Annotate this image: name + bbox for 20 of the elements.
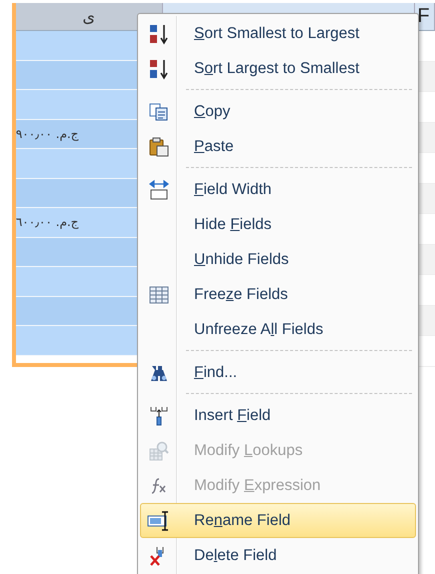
menu-item[interactable]: Unhide Fields	[140, 242, 416, 277]
function-icon	[150, 476, 168, 494]
menu-item[interactable]: Delete Field	[140, 538, 416, 573]
copy-icon	[149, 102, 169, 120]
lookup-table-icon	[149, 440, 169, 460]
menu-item[interactable]: Freeze Fields	[140, 277, 416, 312]
menu-item[interactable]: Insert Field	[140, 398, 416, 433]
sort-descending-icon	[149, 58, 169, 80]
column-width-icon	[149, 180, 169, 200]
menu-item[interactable]: Sort Largest to Smallest	[140, 51, 416, 86]
table-grid-icon	[149, 286, 169, 304]
sort-ascending-icon	[149, 22, 169, 44]
rename-icon	[147, 510, 171, 530]
menu-item[interactable]: Find...	[140, 355, 416, 390]
insert-column-icon	[149, 406, 169, 426]
binoculars-icon	[149, 364, 169, 382]
menu-item[interactable]: Field Width	[140, 172, 416, 207]
paste-icon	[149, 136, 169, 156]
menu-item[interactable]: Rename Field	[140, 503, 416, 538]
menu-item[interactable]: Unfreeze All Fields	[140, 312, 416, 347]
